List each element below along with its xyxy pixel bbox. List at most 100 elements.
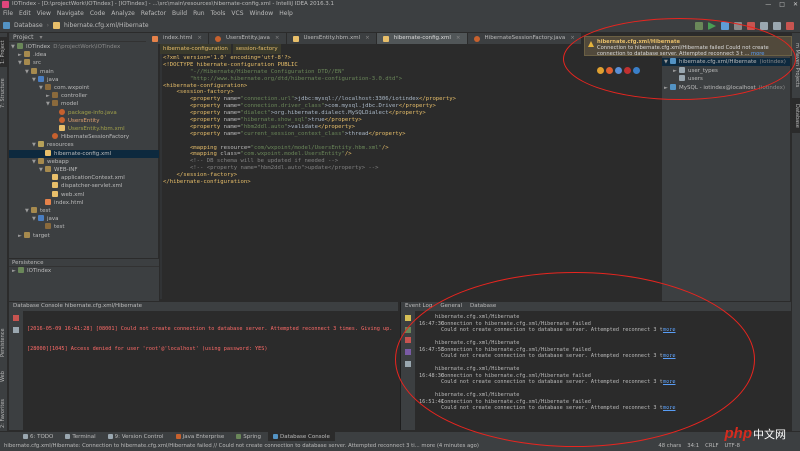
menu-window[interactable]: Window	[250, 9, 274, 19]
menu-help[interactable]: Help	[279, 9, 293, 19]
project-tree-item[interactable]: ▼ IOTindex D:\projectWork\IOTindex	[9, 43, 120, 51]
status-message[interactable]: hibernate.cfg.xml/Hibernate: Connection …	[4, 443, 479, 449]
stop-icon[interactable]	[747, 22, 755, 30]
project-tree-item[interactable]: test	[9, 223, 65, 231]
menu-navigate[interactable]: Navigate	[57, 9, 84, 19]
database-tree-item[interactable]: users	[662, 75, 703, 83]
event-more-link[interactable]: more	[663, 353, 676, 359]
ie-icon[interactable]	[633, 67, 640, 74]
project-tree-item[interactable]: ▼ java	[9, 75, 59, 84]
close-tab-icon[interactable]: ×	[570, 33, 575, 44]
tab-persistence[interactable]: Persistence	[0, 323, 8, 363]
project-tree-item[interactable]: ► .idea	[9, 51, 47, 59]
database-tree-item[interactable]: ► MySQL - iotindex@localhost (iotindex)	[662, 83, 785, 92]
clear-icon[interactable]	[13, 327, 19, 333]
breadcrumb-session-factory[interactable]: session-factory	[232, 44, 281, 54]
database-tree-item[interactable]: ► user_types	[662, 66, 718, 75]
firefox-icon[interactable]	[606, 67, 613, 74]
run-icon[interactable]	[708, 22, 716, 30]
menu-refactor[interactable]: Refactor	[141, 9, 166, 19]
chrome-icon[interactable]	[597, 67, 604, 74]
project-tree-item[interactable]: applicationContext.xml	[9, 174, 125, 182]
tab-database-log[interactable]: Database	[470, 302, 496, 311]
project-tree-item[interactable]: index.html	[9, 198, 83, 207]
chevron-down-icon[interactable]: ▾	[40, 33, 43, 41]
tab-maven-projects[interactable]: m Maven Projects	[791, 38, 800, 93]
tool-window-button[interactable]: Terminal	[60, 432, 100, 442]
close-tab-icon[interactable]: ×	[456, 33, 461, 44]
safari-icon[interactable]	[615, 67, 622, 74]
editor-tab[interactable]: index.html ×	[146, 33, 209, 44]
event-more-link[interactable]: more	[663, 379, 676, 385]
event-more-link[interactable]: more	[663, 327, 676, 333]
project-tree-item[interactable]: ► controller	[9, 92, 87, 100]
editor-tab[interactable]: UsersEntity.hbm.xml ×	[287, 33, 377, 44]
project-tree-item[interactable]: ▼ resources	[9, 141, 74, 149]
menu-tools[interactable]: Tools	[211, 9, 226, 19]
editor-tab[interactable]: hibernate-config.xml ×	[376, 33, 468, 44]
tab-web[interactable]: Web	[0, 368, 8, 386]
opera-icon[interactable]	[624, 67, 631, 74]
project-tree-item[interactable]: ▼ main	[9, 67, 54, 76]
menu-build[interactable]: Build	[172, 9, 187, 19]
menu-view[interactable]: View	[37, 9, 51, 19]
project-tree-item[interactable]: ▼ src	[9, 59, 41, 67]
database-tree-item[interactable]: ▼ hibernate.cfg.xml/Hibernate (iotindex)	[662, 58, 790, 66]
tool-window-button[interactable]: Database Console	[268, 431, 335, 442]
project-tree-item[interactable]: hibernate-config.xml	[9, 149, 159, 158]
close-tab-icon[interactable]: ×	[197, 33, 202, 44]
tool-window-button[interactable]: Spring	[231, 432, 266, 442]
project-tree-item[interactable]: UsersEntity	[9, 116, 99, 125]
project-tree-item[interactable]: ▼ WEB-INF	[9, 166, 78, 174]
event-more-link[interactable]: more	[663, 405, 676, 411]
menu-analyze[interactable]: Analyze	[111, 9, 135, 19]
project-view-selector[interactable]: Project	[13, 33, 34, 41]
menu-run[interactable]: Run	[193, 9, 205, 19]
maximize-button[interactable]: □	[779, 0, 785, 9]
close-tab-icon[interactable]: ×	[275, 33, 280, 44]
settings-icon[interactable]	[405, 315, 411, 321]
menu-file[interactable]: File	[3, 9, 13, 19]
tool-window-button[interactable]: 6: TODO	[18, 432, 58, 442]
project-structure-icon[interactable]	[773, 22, 781, 30]
tab-general[interactable]: General	[440, 302, 462, 311]
status-caret-position[interactable]: 34:1	[687, 441, 699, 451]
status-line-separator[interactable]: CRLF	[705, 441, 718, 451]
project-tree-item[interactable]: package-info.java	[9, 108, 117, 117]
tab-structure[interactable]: 7: Structure	[0, 73, 8, 113]
coverage-icon[interactable]	[734, 22, 742, 30]
persistence-item[interactable]: ► IOTindex	[9, 267, 159, 275]
tool-window-button[interactable]: Java Enterprise	[171, 432, 230, 442]
nav-crumb-database[interactable]: Database	[14, 22, 43, 29]
menu-vcs[interactable]: VCS	[231, 9, 243, 19]
tab-favorites[interactable]: 2: Favorites	[0, 393, 8, 433]
project-tree-item[interactable]: HibernateSessionFactory	[9, 133, 129, 141]
project-tree-item[interactable]: ► target	[9, 231, 50, 240]
run-config-icon[interactable]	[695, 22, 703, 30]
editor-tab[interactable]: UsersEntity.java ×	[209, 33, 287, 44]
project-tree-item[interactable]: ▼ com.wxpoint	[9, 84, 89, 92]
close-window-button[interactable]: ✕	[793, 0, 798, 9]
close-console-icon[interactable]	[13, 315, 19, 321]
nav-crumb-datasource[interactable]: hibernate.cfg.xml/Hibernate	[64, 22, 149, 29]
tool-window-button[interactable]: 9: Version Control	[103, 432, 169, 442]
clear-all-icon[interactable]	[405, 361, 411, 367]
tab-project[interactable]: 1: Project	[0, 37, 8, 67]
code-editor[interactable]: <?xml version='1.0' encoding='utf-8'?> <!…	[163, 55, 583, 299]
editor-tab[interactable]: HibernateSessionFactory.java ×	[468, 33, 582, 44]
scroll-to-end-icon[interactable]	[405, 327, 411, 333]
menu-edit[interactable]: Edit	[19, 9, 31, 19]
mark-all-read-icon[interactable]	[405, 337, 411, 343]
tab-database[interactable]: Database	[791, 98, 800, 133]
menu-code[interactable]: Code	[90, 9, 105, 19]
project-tree-item[interactable]: ▼ test	[9, 207, 51, 215]
settings-icon[interactable]	[760, 22, 768, 30]
soft-wrap-icon[interactable]	[405, 349, 411, 355]
project-tree-item[interactable]: dispatcher-servlet.xml	[9, 182, 122, 190]
status-encoding[interactable]: UTF-8	[725, 441, 740, 451]
project-tree-item[interactable]: UsersEntity.hbm.xml	[9, 125, 125, 133]
breadcrumb-hibernate-configuration[interactable]: hibernate-configuration	[160, 44, 231, 54]
notification-balloon[interactable]: hibernate.cfg.xml/Hibernate Connection t…	[584, 36, 792, 57]
project-tree-item[interactable]: web.xml	[9, 190, 84, 199]
project-tree-item[interactable]: ▼ model	[9, 100, 78, 108]
